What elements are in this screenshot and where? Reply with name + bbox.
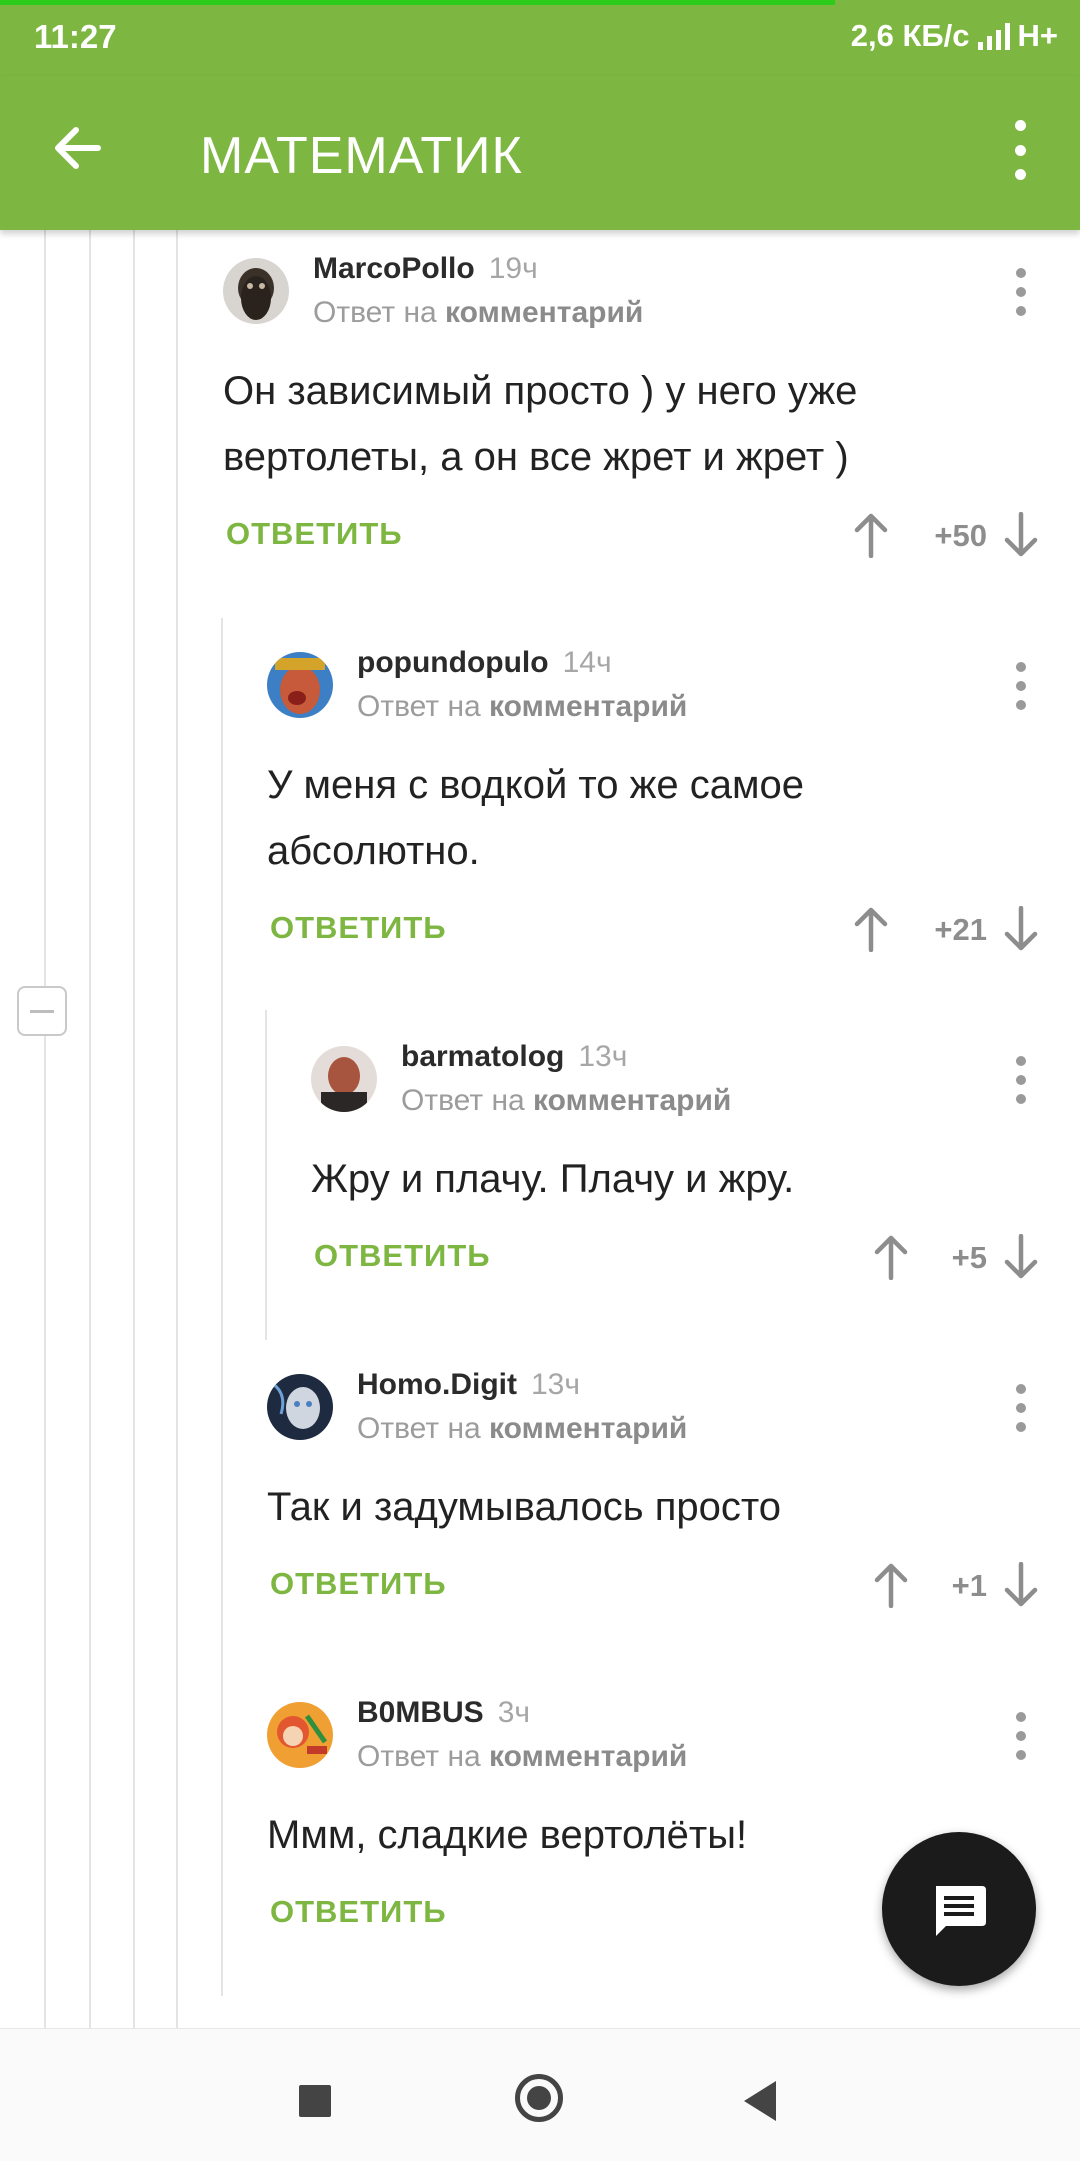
- more-vertical-icon: [1016, 662, 1026, 672]
- network-type: H+: [1017, 18, 1059, 53]
- comment-menu-button[interactable]: [1015, 1384, 1027, 1432]
- avatar[interactable]: [311, 1046, 377, 1112]
- more-menu-button[interactable]: [1000, 120, 1040, 180]
- status-indicators: 2,6 КБ/с H+: [851, 18, 1058, 54]
- arrow-down-icon[interactable]: [1003, 512, 1039, 558]
- comment-text: Жру и плачу. Плачу и жру.: [311, 1157, 795, 1201]
- comment-score: +21: [934, 912, 987, 947]
- comment-time: 3ч: [497, 1696, 531, 1729]
- arrow-up-icon[interactable]: [853, 512, 889, 558]
- more-vertical-icon: [1014, 120, 1026, 131]
- arrow-down-icon[interactable]: [1003, 1234, 1039, 1280]
- avatar[interactable]: [267, 652, 333, 718]
- recent-apps-button[interactable]: [299, 2085, 331, 2117]
- arrow-up-icon[interactable]: [873, 1562, 909, 1608]
- reply-prefix: Ответ на: [401, 1084, 525, 1117]
- status-bar: 11:27 2,6 КБ/с H+: [0, 0, 1080, 76]
- comment: Homo.Digit 13ч Ответ на комментарий Так и…: [267, 1368, 1053, 1624]
- comment-score: +5: [951, 1240, 987, 1275]
- system-nav-bar: [0, 2028, 1080, 2161]
- network-speed: 2,6 КБ/с: [850, 18, 970, 53]
- thread-line: [265, 1010, 267, 1340]
- arrow-left-icon: [55, 127, 101, 169]
- arrow-up-icon[interactable]: [853, 906, 889, 952]
- arrow-down-icon[interactable]: [1003, 906, 1039, 952]
- avatar[interactable]: [267, 1374, 333, 1440]
- comment: popundopulo 14ч Ответ на комментарий У ме…: [267, 646, 1053, 952]
- thread-line: [133, 230, 135, 2028]
- avatar[interactable]: [267, 1702, 333, 1768]
- app-bar: МАТЕМАТИК: [0, 76, 1080, 230]
- page-load-progress: [0, 0, 835, 5]
- comment-time: 13ч: [578, 1040, 628, 1073]
- author-name[interactable]: Homo.Digit: [357, 1368, 517, 1401]
- comment-score: +50: [934, 518, 987, 553]
- page-title: МАТЕМАТИК: [200, 127, 523, 185]
- comment-menu-button[interactable]: [1015, 1712, 1027, 1760]
- author-name[interactable]: popundopulo: [357, 646, 549, 679]
- more-vertical-icon: [1016, 1712, 1026, 1722]
- comment-time: 19ч: [488, 252, 538, 285]
- home-button[interactable]: [515, 2074, 563, 2122]
- comment-time: 14ч: [562, 646, 612, 679]
- parent-comment-link[interactable]: комментарий: [489, 1740, 687, 1773]
- reply-button[interactable]: ОТВЕТИТЬ: [270, 1566, 447, 1602]
- collapse-thread-button[interactable]: [17, 986, 67, 1036]
- comment-text: У меня с водкой то же самое абсолютно.: [267, 763, 804, 873]
- comment: MarcoPollo 19ч Ответ на комментарий Он за…: [223, 252, 1053, 578]
- comment-menu-button[interactable]: [1015, 1056, 1027, 1104]
- reply-prefix: Ответ на: [357, 690, 481, 723]
- comment-time: 13ч: [530, 1368, 580, 1401]
- thread-line: [176, 230, 178, 2028]
- more-vertical-icon: [1016, 1384, 1026, 1394]
- reply-button[interactable]: ОТВЕТИТЬ: [270, 1894, 447, 1930]
- thread-line: [221, 618, 223, 1996]
- author-name[interactable]: MarcoPollo: [313, 252, 475, 285]
- system-back-button[interactable]: [744, 2081, 776, 2121]
- comment-menu-button[interactable]: [1015, 662, 1027, 710]
- comment: barmatolog 13ч Ответ на комментарий Жру и…: [311, 1040, 1053, 1296]
- comment-score: +1: [951, 1568, 987, 1603]
- reply-button[interactable]: ОТВЕТИТЬ: [270, 910, 447, 946]
- parent-comment-link[interactable]: комментарий: [445, 296, 643, 329]
- more-vertical-icon: [1016, 1056, 1026, 1066]
- avatar[interactable]: [223, 258, 289, 324]
- parent-comment-link[interactable]: комментарий: [489, 690, 687, 723]
- author-name[interactable]: barmatolog: [401, 1040, 564, 1073]
- reply-prefix: Ответ на: [357, 1740, 481, 1773]
- thread-line: [89, 230, 91, 2028]
- comment-text: Ммм, сладкие вертолёты!: [267, 1813, 748, 1857]
- comment-icon: [936, 1886, 986, 1936]
- back-button[interactable]: [46, 116, 110, 180]
- more-vertical-icon: [1016, 268, 1026, 278]
- reply-button[interactable]: ОТВЕТИТЬ: [314, 1238, 491, 1274]
- author-name[interactable]: B0MBUS: [357, 1696, 484, 1729]
- reply-prefix: Ответ на: [313, 296, 437, 329]
- comment-menu-button[interactable]: [1015, 268, 1027, 316]
- parent-comment-link[interactable]: комментарий: [489, 1412, 687, 1445]
- comment-text: Он зависимый просто ) у него уже вертоле…: [223, 369, 858, 479]
- comment-text: Так и задумывалось просто: [267, 1485, 781, 1529]
- signal-icon: [977, 22, 1010, 50]
- arrow-up-icon[interactable]: [873, 1234, 909, 1280]
- thread-line: [44, 230, 46, 2028]
- parent-comment-link[interactable]: комментарий: [533, 1084, 731, 1117]
- arrow-down-icon[interactable]: [1003, 1562, 1039, 1608]
- add-comment-button[interactable]: [882, 1832, 1036, 1986]
- reply-button[interactable]: ОТВЕТИТЬ: [226, 516, 403, 552]
- status-time: 11:27: [34, 18, 117, 55]
- reply-prefix: Ответ на: [357, 1412, 481, 1445]
